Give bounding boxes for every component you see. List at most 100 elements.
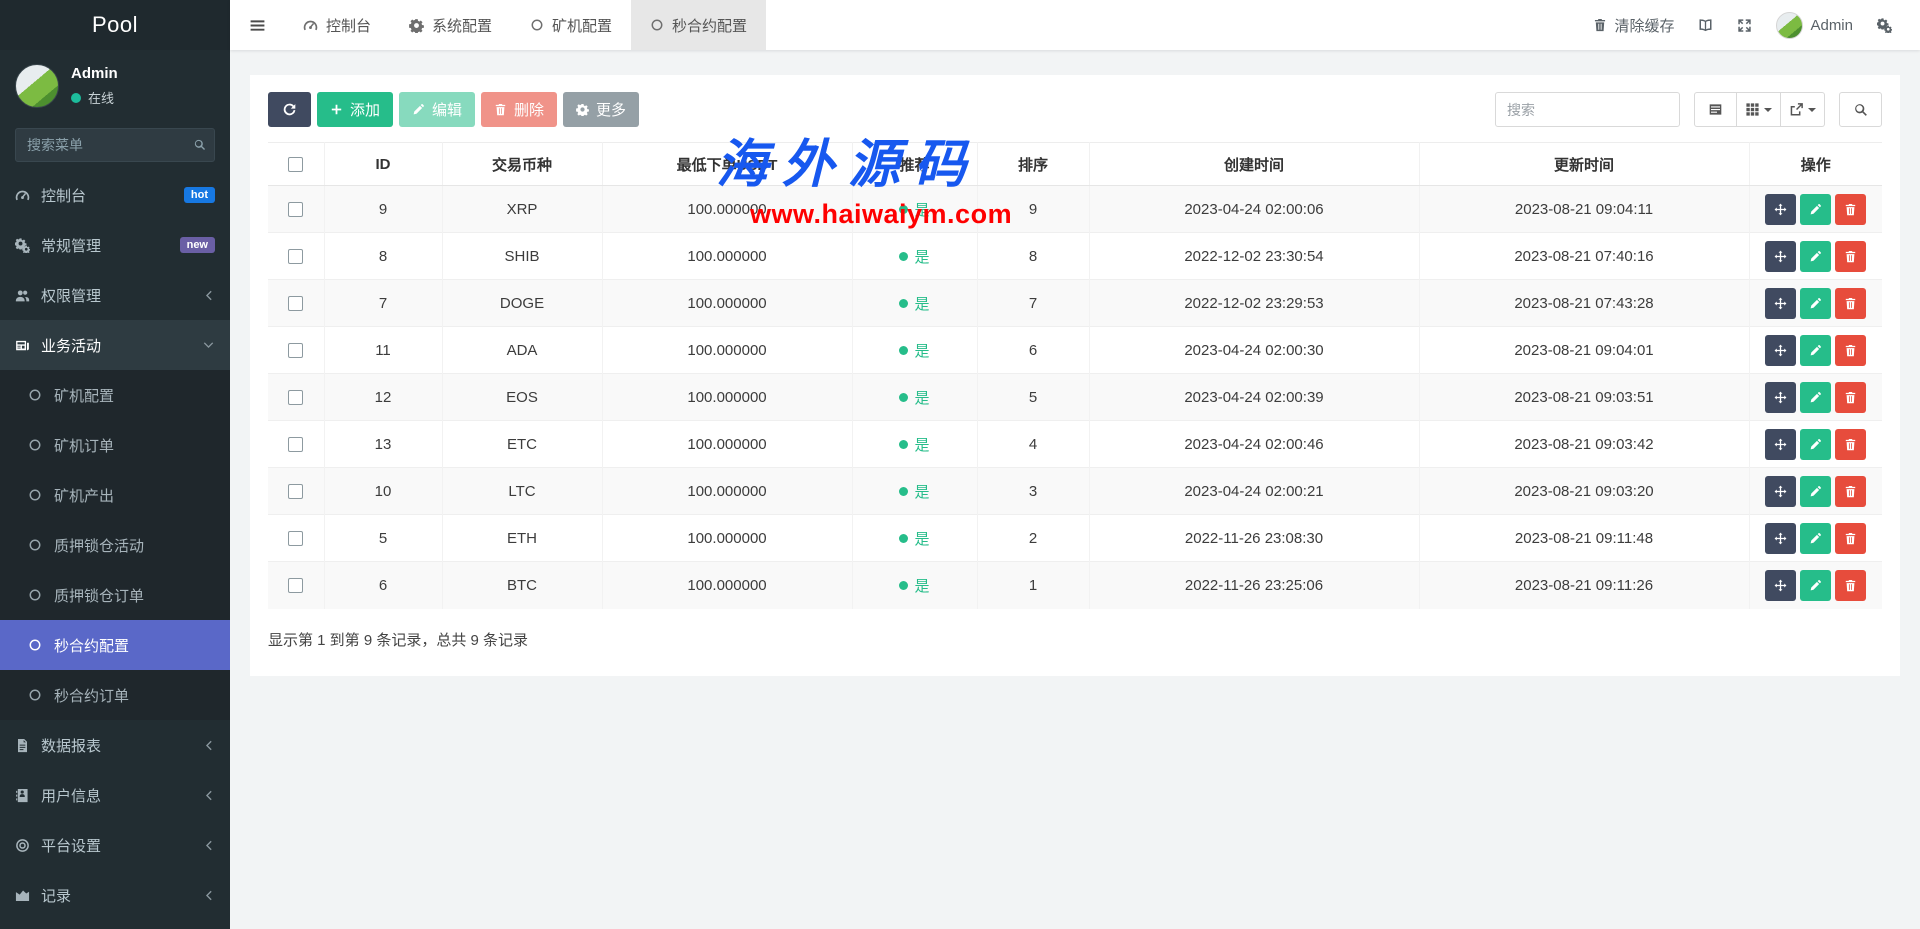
delete-row-button[interactable] xyxy=(1835,476,1866,507)
edit-row-button[interactable] xyxy=(1800,570,1831,601)
tachometer-icon xyxy=(303,18,318,33)
drag-sort-button[interactable] xyxy=(1765,194,1796,225)
select-all-checkbox[interactable] xyxy=(288,157,303,172)
user-status-label: 在线 xyxy=(88,88,114,107)
drag-sort-button[interactable] xyxy=(1765,335,1796,366)
sidebar-item-records[interactable]: 记录 xyxy=(0,870,230,920)
cell-updated: 2023-08-21 07:43:28 xyxy=(1419,280,1749,327)
sidebar-item-miner-order[interactable]: 矿机订单 xyxy=(0,420,230,470)
language-button[interactable] xyxy=(1698,18,1713,33)
fullscreen-button[interactable] xyxy=(1737,18,1752,33)
user-panel: Admin 在线 xyxy=(0,50,230,118)
detail-view-button[interactable] xyxy=(1694,92,1737,127)
export-button[interactable] xyxy=(1781,92,1825,127)
book-icon xyxy=(1698,18,1713,33)
edit-row-button[interactable] xyxy=(1800,429,1831,460)
drag-sort-button[interactable] xyxy=(1765,476,1796,507)
drag-sort-button[interactable] xyxy=(1765,288,1796,319)
sidebar-item-permission-manage[interactable]: 权限管理 xyxy=(0,270,230,320)
row-checkbox[interactable] xyxy=(288,249,303,264)
cell-coin: LTC xyxy=(442,468,602,515)
sidebar-item-business-activity[interactable]: 业务活动 xyxy=(0,320,230,370)
data-table: ID 交易币种 最低下单USDT 推荐 排序 创建时间 更新时间 操作 xyxy=(268,142,1882,609)
delete-row-button[interactable] xyxy=(1835,241,1866,272)
row-checkbox[interactable] xyxy=(288,531,303,546)
sidebar-item-miner-config[interactable]: 矿机配置 xyxy=(0,370,230,420)
sidebar-item-dashboard[interactable]: 控制台 hot xyxy=(0,170,230,220)
sidebar-item-general-manage[interactable]: 常规管理 new xyxy=(0,220,230,270)
sidebar-item-seccontract-order[interactable]: 秒合约订单 xyxy=(0,670,230,720)
tab-miner-config[interactable]: 矿机配置 xyxy=(511,0,631,50)
pagination-summary: 显示第 1 到第 9 条记录，总共 9 条记录 xyxy=(268,629,1882,650)
edit-button[interactable]: 编辑 xyxy=(399,92,475,127)
tab-system-config[interactable]: 系统配置 xyxy=(390,0,511,50)
sidebar-item-miner-output[interactable]: 矿机产出 xyxy=(0,470,230,520)
search-button[interactable] xyxy=(1839,92,1882,127)
delete-row-button[interactable] xyxy=(1835,429,1866,460)
row-checkbox[interactable] xyxy=(288,578,303,593)
row-checkbox[interactable] xyxy=(288,343,303,358)
newspaper-icon xyxy=(15,338,41,353)
cell-recommend: 是 xyxy=(852,421,977,468)
delete-row-button[interactable] xyxy=(1835,570,1866,601)
sidebar-item-pledge-activity[interactable]: 质押锁仓活动 xyxy=(0,520,230,570)
delete-row-button[interactable] xyxy=(1835,288,1866,319)
cell-coin: ETC xyxy=(442,421,602,468)
settings-button[interactable] xyxy=(1877,18,1892,33)
sidebar-search xyxy=(15,128,215,162)
sidebar-item-pledge-order[interactable]: 质押锁仓订单 xyxy=(0,570,230,620)
add-button[interactable]: 添加 xyxy=(317,92,393,127)
more-button[interactable]: 更多 xyxy=(563,92,639,127)
row-checkbox[interactable] xyxy=(288,437,303,452)
cell-id: 13 xyxy=(324,421,442,468)
row-checkbox[interactable] xyxy=(288,484,303,499)
drag-sort-button[interactable] xyxy=(1765,429,1796,460)
refresh-button[interactable] xyxy=(268,92,311,127)
hamburger-button[interactable] xyxy=(230,0,284,50)
sidebar-item-seccontract-config[interactable]: 秒合约配置 xyxy=(0,620,230,670)
delete-row-button[interactable] xyxy=(1835,194,1866,225)
sidebar-item-data-report[interactable]: 数据报表 xyxy=(0,720,230,770)
tab-seccontract-config[interactable]: 秒合约配置 xyxy=(631,0,766,50)
row-checkbox[interactable] xyxy=(288,390,303,405)
cell-id: 6 xyxy=(324,562,442,609)
gears-icon xyxy=(15,238,41,253)
cell-min: 100.000000 xyxy=(602,233,852,280)
row-checkbox[interactable] xyxy=(288,202,303,217)
cell-min: 100.000000 xyxy=(602,374,852,421)
tab-dashboard[interactable]: 控制台 xyxy=(284,0,390,50)
delete-row-button[interactable] xyxy=(1835,523,1866,554)
table-toolbar: 添加 编辑 删除 更多 xyxy=(268,92,1882,127)
sidebar-item-user-info[interactable]: 用户信息 xyxy=(0,770,230,820)
edit-row-button[interactable] xyxy=(1800,194,1831,225)
cell-coin: ETH xyxy=(442,515,602,562)
chevron-left-icon xyxy=(202,739,215,752)
edit-row-button[interactable] xyxy=(1800,476,1831,507)
file-icon xyxy=(15,738,41,753)
row-checkbox[interactable] xyxy=(288,296,303,311)
edit-row-button[interactable] xyxy=(1800,335,1831,366)
delete-row-button[interactable] xyxy=(1835,335,1866,366)
drag-sort-button[interactable] xyxy=(1765,382,1796,413)
columns-button[interactable] xyxy=(1737,92,1781,127)
table-row: 12 EOS 100.000000 是 5 2023-04-24 02:00:3… xyxy=(268,374,1882,421)
edit-row-button[interactable] xyxy=(1800,382,1831,413)
drag-sort-button[interactable] xyxy=(1765,523,1796,554)
drag-sort-button[interactable] xyxy=(1765,241,1796,272)
recommend-dot xyxy=(899,252,908,261)
clear-cache-button[interactable]: 清除缓存 xyxy=(1593,15,1674,36)
cell-created: 2023-04-24 02:00:06 xyxy=(1089,186,1419,233)
drag-sort-button[interactable] xyxy=(1765,570,1796,601)
delete-row-button[interactable] xyxy=(1835,382,1866,413)
edit-row-button[interactable] xyxy=(1800,523,1831,554)
sidebar-search-input[interactable] xyxy=(15,128,215,162)
recommend-dot xyxy=(899,534,908,543)
edit-row-button[interactable] xyxy=(1800,241,1831,272)
cell-created: 2022-12-02 23:29:53 xyxy=(1089,280,1419,327)
user-menu[interactable]: Admin xyxy=(1776,12,1853,39)
chevron-down-icon xyxy=(202,339,215,352)
table-search-input[interactable] xyxy=(1495,92,1680,127)
edit-row-button[interactable] xyxy=(1800,288,1831,319)
delete-button[interactable]: 删除 xyxy=(481,92,557,127)
sidebar-item-platform-settings[interactable]: 平台设置 xyxy=(0,820,230,870)
